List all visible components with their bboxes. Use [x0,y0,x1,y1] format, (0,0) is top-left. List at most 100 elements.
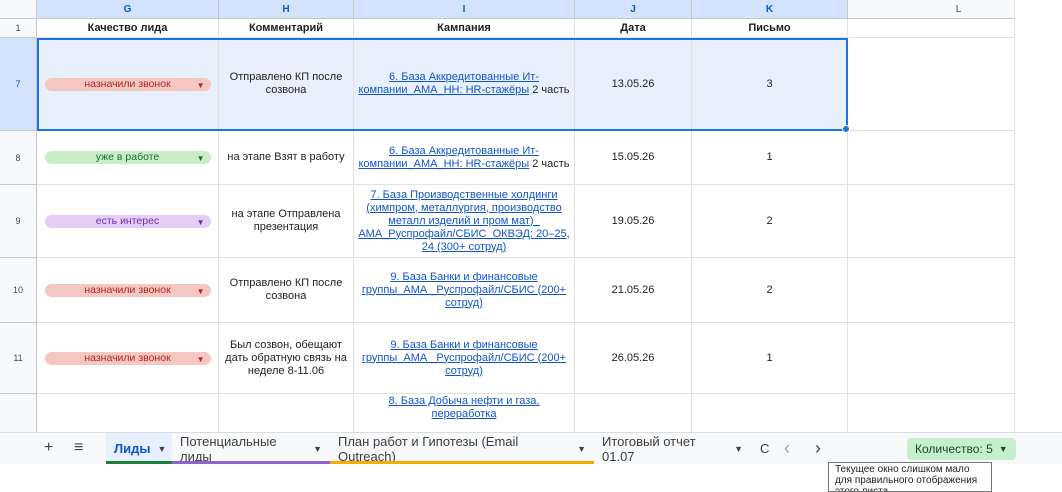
empty-cell-l[interactable] [848,258,1014,323]
row-header-10[interactable]: 10 [0,258,37,323]
letter-cell[interactable]: 1 [692,131,848,185]
dropdown-arrow-icon: ▼ [196,154,205,163]
campaign-cell[interactable]: 7. База Производственные холдинги (химпр… [354,185,575,258]
spreadsheet-grid[interactable]: G H I J K L 1 Качество лида Комментарий … [0,0,1014,432]
status-cell[interactable]: есть интерес ▼ [37,185,219,258]
date-cell[interactable]: 15.05.26 [575,131,692,185]
all-sheets-menu-icon[interactable]: ≡ [74,439,83,457]
vertical-scroll-area[interactable] [1014,0,1062,432]
campaign-suffix: 2 часть [529,157,570,170]
dropdown-arrow-icon: ▼ [196,354,205,364]
tab-truncated[interactable]: С [752,433,776,464]
comment-cell[interactable] [219,394,354,432]
empty-cell-l[interactable] [848,323,1014,394]
column-header-i[interactable]: I [354,0,575,19]
status-cell[interactable]: назначили звонок ▼ [37,258,219,323]
window-too-small-tooltip: Текущее окно слишком мало для правильног… [828,462,992,492]
status-cell[interactable]: уже в работе ▼ [37,131,219,185]
status-chip[interactable]: уже в работе ▼ [44,151,211,164]
header-campaign[interactable]: Кампания [354,19,575,38]
column-header-g[interactable]: G [37,0,219,19]
column-header-k[interactable]: K [692,0,848,19]
campaign-cell[interactable]: 9. База Банки и финансовые группы_АМА _Р… [354,323,575,394]
select-all-corner[interactable] [0,0,37,19]
row-header-7[interactable]: 7 [0,38,37,131]
letter-cell[interactable]: 2 [692,185,848,258]
date-cell[interactable]: 19.05.26 [575,185,692,258]
tab-label: С [760,441,770,456]
tab-work-plan[interactable]: План работ и Гипотезы (Email Outreach) ▼ [330,433,594,464]
tab-potential-leads[interactable]: Потенциальные лиды ▼ [172,433,330,464]
chevron-down-icon: ▼ [313,443,322,454]
dropdown-arrow-icon: ▼ [196,217,205,227]
scroll-tabs-left-icon[interactable]: ‹ [784,438,790,459]
letter-cell[interactable]: 3 [692,38,848,131]
row-header-1[interactable]: 1 [0,19,37,38]
column-header-l[interactable]: L [848,0,1014,19]
letter-cell[interactable]: 1 [692,323,848,394]
tab-label: Лиды [114,441,151,456]
status-chip[interactable]: назначили звонок ▼ [44,283,211,297]
status-chip-label: есть интерес [95,214,160,227]
campaign-link[interactable]: 8. База Добыча нефти и газа, переработка [358,395,570,421]
status-chip[interactable]: назначили звонок ▼ [44,77,211,91]
add-sheet-icon[interactable]: + [44,439,53,457]
campaign-link[interactable]: 9. База Банки и финансовые группы_АМА _Р… [358,339,570,378]
tab-color-indicator [172,461,330,464]
header-letter[interactable]: Письмо [692,19,848,38]
row-header-11[interactable]: 11 [0,323,37,394]
campaign-cell[interactable]: 6. База Аккредитованные Ит-компании_АМА_… [354,38,575,131]
campaign-cell[interactable]: 9. База Банки и финансовые группы_АМА _Р… [354,258,575,323]
campaign-link[interactable]: 6. База Аккредитованные Ит-компании_АМА_… [358,71,538,96]
status-chip[interactable]: есть интерес ▼ [44,214,211,228]
header-quality[interactable]: Качество лида [37,19,219,38]
empty-cell-l[interactable] [848,185,1014,258]
scroll-tabs-right-icon[interactable]: › [815,438,821,459]
status-cell[interactable]: назначили звонок ▼ [37,323,219,394]
header-empty-l[interactable] [848,19,1014,38]
campaign-link[interactable]: 7. База Производственные холдинги (химпр… [358,189,570,254]
empty-cell-l[interactable] [848,394,1014,432]
tab-label: Потенциальные лиды [180,433,277,464]
date-cell[interactable]: 13.05.26 [575,38,692,131]
campaign-link[interactable]: 9. База Банки и финансовые группы_АМА _Р… [358,271,570,310]
status-chip-label: назначили звонок [84,283,171,296]
count-label: Количество: 5 [915,442,993,456]
selection-count-badge[interactable]: Количество: 5 ▼ [907,438,1016,460]
tab-final-report[interactable]: Итоговый отчет 01.07 ▼ [594,433,751,464]
campaign-cell[interactable]: 8. База Добыча нефти и газа, переработка [354,394,575,432]
tab-color-indicator [106,461,172,464]
chevron-down-icon: ▼ [734,443,743,454]
letter-cell[interactable]: 2 [692,258,848,323]
comment-cell[interactable]: Был созвон, обещают дать обратную связь … [219,323,354,394]
comment-cell[interactable]: на этапе Взят в работу [219,131,354,185]
row-header-12[interactable] [0,394,37,432]
row-header-8[interactable]: 8 [0,131,37,185]
campaign-link[interactable]: 6. База Аккредитованные Ит-компании_АМА_… [358,145,538,170]
tab-leads[interactable]: Лиды ▼ [106,433,172,464]
row-header-9[interactable]: 9 [0,185,37,258]
status-chip-label: уже в работе [95,151,160,163]
dropdown-arrow-icon: ▼ [196,286,205,296]
comment-cell[interactable]: на этапе Отправлена презентация [219,185,354,258]
empty-cell-l[interactable] [848,38,1014,131]
campaign-cell[interactable]: 6. База Аккредитованные Ит-компании_АМА_… [354,131,575,185]
date-cell[interactable]: 26.05.26 [575,323,692,394]
letter-cell[interactable] [692,394,848,432]
date-cell[interactable] [575,394,692,432]
column-header-h[interactable]: H [219,0,354,19]
header-comment[interactable]: Комментарий [219,19,354,38]
tab-label: Итоговый отчет 01.07 [602,433,696,464]
empty-cell-l[interactable] [848,131,1014,185]
tab-color-indicator [330,461,594,464]
status-cell[interactable] [37,394,219,432]
campaign-suffix: 2 часть [529,84,570,96]
header-date[interactable]: Дата [575,19,692,38]
status-cell[interactable]: назначили звонок ▼ [37,38,219,131]
column-header-j[interactable]: J [575,0,692,19]
date-cell[interactable]: 21.05.26 [575,258,692,323]
status-chip[interactable]: назначили звонок ▼ [44,351,211,365]
comment-cell[interactable]: Отправлено КП после созвона [219,38,354,131]
comment-cell[interactable]: Отправлено КП после созвона [219,258,354,323]
tab-label: План работ и Гипотезы (Email Outreach) [338,433,519,464]
